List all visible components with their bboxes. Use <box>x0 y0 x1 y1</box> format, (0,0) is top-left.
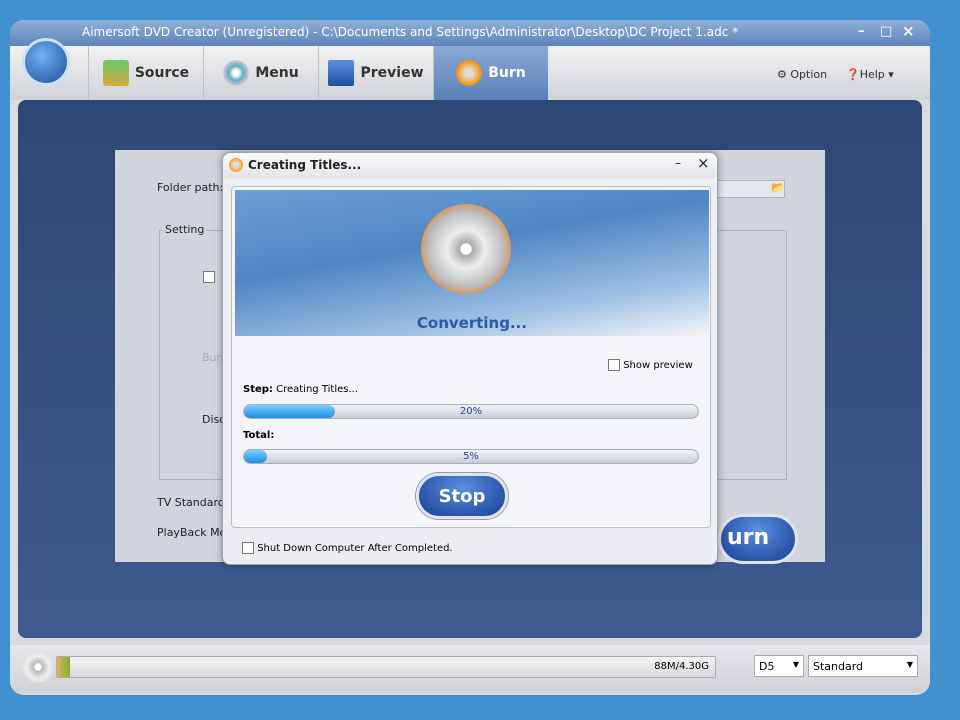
total-progress-bar: 5% <box>243 449 699 464</box>
window-title: Aimersoft DVD Creator (Unregistered) - C… <box>82 25 739 39</box>
progress-dialog: Creating Titles... – × Converting... Sho… <box>222 152 718 565</box>
dialog-minimize-button[interactable]: – <box>675 156 681 170</box>
app-icon <box>229 158 243 172</box>
burn-button[interactable]: urn <box>718 514 798 564</box>
step-value: Creating Titles... <box>276 384 359 395</box>
capacity-fill <box>57 657 71 677</box>
title-bar: Aimersoft DVD Creator (Unregistered) - C… <box>10 20 930 46</box>
capacity-bar: 88M/4.30G <box>56 656 716 678</box>
burn-disc-icon <box>456 60 483 86</box>
show-preview-label: Show preview <box>623 360 693 371</box>
disc-icon <box>22 651 54 683</box>
minimize-button[interactable]: – <box>858 24 865 39</box>
tab-burn[interactable]: Burn <box>433 46 548 100</box>
monitor-play-icon <box>328 60 355 86</box>
tab-source[interactable]: Source <box>88 46 203 100</box>
dialog-title-bar: Creating Titles... – × <box>223 153 717 178</box>
maximize-button[interactable]: □ <box>880 24 892 39</box>
step-row: Step: Creating Titles... <box>243 384 358 395</box>
folder-browse-icon[interactable]: 📂 <box>771 181 785 194</box>
disc-icon <box>223 60 250 86</box>
dialog-title: Creating Titles... <box>248 158 362 172</box>
close-button[interactable]: × <box>902 22 915 40</box>
help-button[interactable]: ❓Help ▾ <box>846 68 894 81</box>
stop-button[interactable]: Stop <box>416 473 508 519</box>
total-label: Total: <box>243 430 275 441</box>
setting-label: Setting <box>163 223 207 236</box>
total-percent: 5% <box>463 451 479 462</box>
status-text: Converting... <box>416 314 528 332</box>
tab-label: Preview <box>360 65 424 81</box>
folder-path-label: Folder path: <box>157 181 224 194</box>
checkbox[interactable] <box>608 359 620 371</box>
tab-label: Source <box>134 65 190 81</box>
disc-type-value: D5 <box>759 660 775 673</box>
tv-standard-label: TV Standard: <box>157 496 229 509</box>
download-icon <box>102 60 129 86</box>
tab-label: Menu <box>255 65 299 81</box>
dialog-close-button[interactable]: × <box>697 154 710 172</box>
option-label: Option <box>790 68 828 81</box>
show-preview-checkbox[interactable]: Show preview <box>608 359 693 371</box>
quality-select[interactable]: Standard ▼ <box>808 655 918 677</box>
setting-checkbox[interactable] <box>203 271 215 283</box>
chevron-down-icon: ▼ <box>906 660 913 669</box>
banner: Converting... <box>235 190 709 336</box>
gear-icon: ⚙ <box>777 68 787 81</box>
checkbox[interactable] <box>242 542 254 554</box>
disc-type-select[interactable]: D5 ▼ <box>754 655 804 677</box>
step-label: Step: <box>243 384 273 395</box>
burning-disc-icon <box>421 204 511 294</box>
step-percent: 20% <box>459 406 483 417</box>
quality-value: Standard <box>813 660 864 673</box>
help-label: Help ▾ <box>859 68 894 81</box>
help-icon: ❓ <box>846 68 860 81</box>
shutdown-label: Shut Down Computer After Completed. <box>257 543 453 554</box>
step-progress-bar: 20% <box>243 404 699 419</box>
status-bar: 88M/4.30G D5 ▼ Standard ▼ <box>10 645 930 693</box>
shutdown-checkbox[interactable]: Shut Down Computer After Completed. <box>242 542 453 554</box>
toolbar: Source Menu Preview Burn ⚙ Option ❓Help … <box>10 46 930 100</box>
chevron-down-icon: ▼ <box>792 660 799 669</box>
tab-preview[interactable]: Preview <box>318 46 433 100</box>
option-button[interactable]: ⚙ Option <box>777 68 827 81</box>
app-logo <box>22 38 70 86</box>
capacity-text: 88M/4.30G <box>654 661 709 672</box>
tab-menu[interactable]: Menu <box>203 46 318 100</box>
tab-label: Burn <box>488 65 526 81</box>
